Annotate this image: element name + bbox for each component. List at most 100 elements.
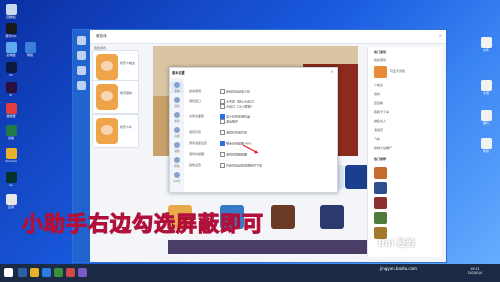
- desktop-icon-label: 文件: [482, 48, 489, 52]
- file-d-desktop-icon[interactable]: 新建: [478, 138, 494, 158]
- game-card[interactable]: 欢乐斗地主: [92, 50, 139, 84]
- tab-advanced[interactable]: 高级: [171, 127, 183, 138]
- recycle-bin-icon: [5, 4, 17, 15]
- document-icon: [480, 37, 492, 48]
- desktop-icon-label: 应用: [7, 205, 14, 209]
- photoshop-desktop-icon[interactable]: Ps: [3, 62, 19, 82]
- tab-help[interactable]: 帮助: [171, 157, 183, 168]
- row-label: 游戏声音: [189, 130, 202, 134]
- desktop-icon-label: 表格: [7, 136, 14, 140]
- game-card-label: 欢乐斗牛: [120, 125, 133, 129]
- photoshop-icon: [5, 62, 17, 73]
- app-icon[interactable]: [54, 268, 63, 277]
- file-b-desktop-icon[interactable]: 文档: [478, 80, 494, 100]
- option-minimize[interactable]: 启动后自动最小化: [220, 89, 250, 94]
- list-item[interactable]: 斗地主: [374, 83, 383, 87]
- chrome-desktop-icon[interactable]: Chrome: [3, 148, 19, 168]
- option-mute[interactable]: 游戏时关闭声音: [220, 130, 247, 135]
- recycle-bin-desktop-icon[interactable]: 回收站: [3, 4, 19, 24]
- character-avatar: [96, 118, 118, 144]
- tab-game[interactable]: 游戏: [171, 112, 183, 123]
- file-a-desktop-icon[interactable]: 文件: [478, 37, 494, 57]
- desktop-icon-label: Au: [9, 183, 13, 187]
- row-label: 其他设置: [189, 163, 202, 167]
- tab-basic[interactable]: 基本: [171, 82, 183, 93]
- close-icon[interactable]: ✕: [331, 69, 334, 74]
- browser-icon[interactable]: [42, 268, 51, 277]
- option-auto-update[interactable]: 开启时自动检查更新并下载: [220, 163, 262, 168]
- row-label: 游戏进度设置: [189, 141, 208, 145]
- game-tile[interactable]: [271, 205, 295, 229]
- desktop-icon-label: 回收站: [6, 15, 16, 19]
- close-icon[interactable]: ✕: [439, 33, 442, 38]
- gift-icon[interactable]: [77, 66, 86, 75]
- tab-qq[interactable]: QQ号: [171, 172, 183, 183]
- list-item[interactable]: 可爱大冒险: [390, 69, 405, 73]
- red-arrow-icon: [242, 144, 259, 154]
- dialog-title: 基本设置: [172, 71, 185, 75]
- this-pc-desktop-icon[interactable]: 此电脑: [3, 42, 19, 62]
- row-label: 关闭主面板: [189, 114, 205, 118]
- desktop-icon-label: 腾讯QQ: [5, 34, 17, 38]
- premiere-icon: [5, 82, 17, 93]
- search-icon[interactable]: [18, 268, 27, 277]
- game-card[interactable]: 欢乐麻将: [92, 80, 139, 114]
- file-c-desktop-icon[interactable]: 图片: [478, 110, 494, 130]
- baidu-watermark: Bai 经验: [378, 239, 416, 249]
- app-icon[interactable]: [78, 268, 87, 277]
- row-label: 游戏中提醒: [189, 152, 205, 156]
- premiere-desktop-icon[interactable]: Pr: [3, 82, 19, 102]
- game-thumbnail[interactable]: [374, 182, 387, 194]
- excel-icon: [5, 125, 17, 136]
- app-icon[interactable]: [66, 268, 75, 277]
- desktop-icon-label: 文档: [482, 91, 489, 95]
- game-card[interactable]: 欢乐斗牛: [92, 114, 139, 148]
- tab-other[interactable]: 其他: [171, 142, 183, 153]
- game-thumbnail[interactable]: [374, 197, 387, 209]
- dialog-sidebar: 基本 消息 游戏 高级 其他 帮助 QQ号: [170, 78, 184, 192]
- right-panel: 热门游戏 我的游戏 可爱大冒险 斗地主 麻将 连连看 跑跑卡丁车 捕鱼达人 消消…: [367, 47, 442, 257]
- game-thumbnail: [374, 66, 387, 78]
- list-item[interactable]: 我的游戏: [374, 58, 386, 62]
- system-clock[interactable]: 19:21 2020/1/4: [468, 267, 482, 275]
- tencent-qq-icon: [5, 23, 17, 34]
- list-item[interactable]: 飞车: [374, 137, 380, 141]
- list-item[interactable]: 跑跑卡丁车: [374, 110, 389, 114]
- game-card-label: 欢乐麻将: [120, 91, 133, 95]
- tab-message[interactable]: 消息: [171, 97, 183, 108]
- option-big-window[interactable]: 大窗口（16:9屏幕）: [220, 104, 254, 109]
- app-misc-icon: [5, 194, 17, 205]
- excel-desktop-icon[interactable]: 表格: [3, 125, 19, 145]
- home-icon[interactable]: [77, 36, 86, 45]
- network-icon: [24, 42, 36, 53]
- audition-desktop-icon[interactable]: Au: [3, 172, 19, 192]
- settings-dialog: 基本设置 ✕ 基本 消息 游戏 高级 其他 帮助 QQ号 启动游戏 启动后自动最…: [169, 67, 338, 193]
- list-item[interactable]: 捕鱼达人: [374, 119, 386, 123]
- tutorial-caption: 小助手右边勾选屏蔽即可: [21, 211, 264, 236]
- audition-icon: [5, 172, 17, 183]
- network-desktop-icon[interactable]: 网络: [22, 42, 38, 62]
- app-title: 微游戏: [96, 34, 107, 38]
- chat-icon[interactable]: [77, 81, 86, 90]
- app-misc-desktop-icon[interactable]: 应用: [3, 194, 19, 214]
- chrome-icon: [5, 148, 17, 159]
- list-item[interactable]: 麻将: [374, 92, 380, 96]
- explorer-icon[interactable]: [30, 268, 39, 277]
- start-icon[interactable]: [4, 268, 13, 277]
- list-item[interactable]: 植物大战僵尸: [374, 146, 392, 150]
- game-tile[interactable]: [320, 205, 344, 229]
- desktop-icon-label: Ps: [9, 73, 13, 77]
- game-tile[interactable]: [345, 165, 369, 189]
- this-pc-icon: [5, 42, 17, 53]
- list-item[interactable]: 连连看: [374, 101, 383, 105]
- game-thumbnail[interactable]: [374, 212, 387, 224]
- option-exit[interactable]: 退出程序: [220, 119, 238, 124]
- games-icon[interactable]: [77, 51, 86, 60]
- media-player-desktop-icon[interactable]: 播放器: [3, 103, 19, 123]
- game-thumbnail[interactable]: [374, 167, 387, 179]
- desktop-icon-label: 此电脑: [6, 53, 16, 57]
- game-card-label: 欢乐斗地主: [120, 61, 136, 65]
- tencent-qq-desktop-icon[interactable]: 腾讯QQ: [3, 23, 19, 43]
- game-strip: [168, 240, 368, 254]
- list-item[interactable]: 消消乐: [374, 128, 383, 132]
